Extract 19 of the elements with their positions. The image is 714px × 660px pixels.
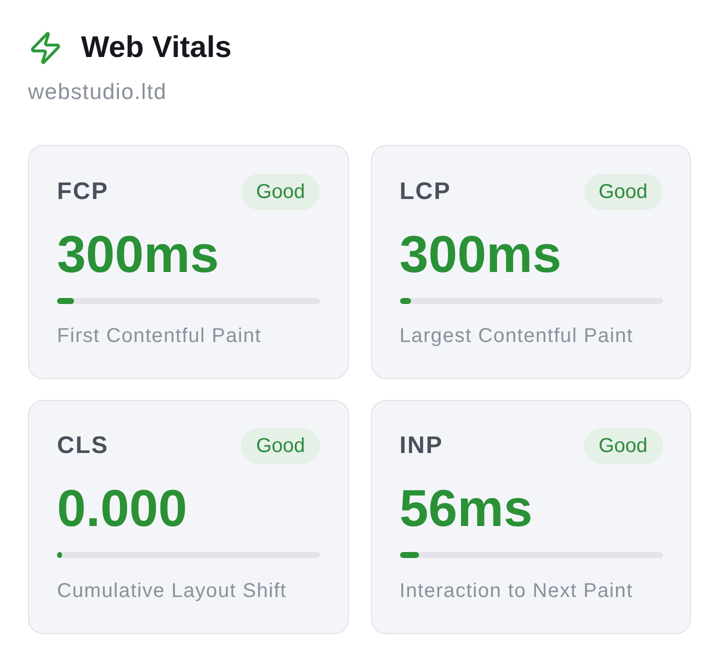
metric-value: 56ms: [400, 479, 532, 540]
rating-badge: Good: [241, 428, 320, 464]
metric-abbreviation: INP: [400, 432, 444, 460]
metric-value: 0.000: [57, 479, 188, 540]
metric-description: Cumulative Layout Shift: [57, 579, 287, 604]
metric-abbreviation: CLS: [57, 432, 109, 460]
rating-badge: Good: [584, 428, 662, 464]
page-title: Web Vitals: [81, 30, 232, 66]
metric-abbreviation: LCP: [400, 178, 452, 206]
rating-badge: Good: [241, 174, 320, 210]
metric-description: Largest Contentful Paint: [400, 324, 634, 348]
rating-badge: Good: [584, 174, 662, 210]
lightning-icon: [31, 32, 60, 64]
metric-description: Interaction to Next Paint: [400, 579, 633, 604]
subtitle-text: webstudio.ltd: [28, 78, 167, 106]
metric-value: 300ms: [400, 224, 562, 284]
metric-description: First Contentful Paint: [57, 324, 262, 348]
metric-value: 300ms: [57, 224, 219, 284]
metric-abbreviation: FCP: [57, 178, 109, 206]
